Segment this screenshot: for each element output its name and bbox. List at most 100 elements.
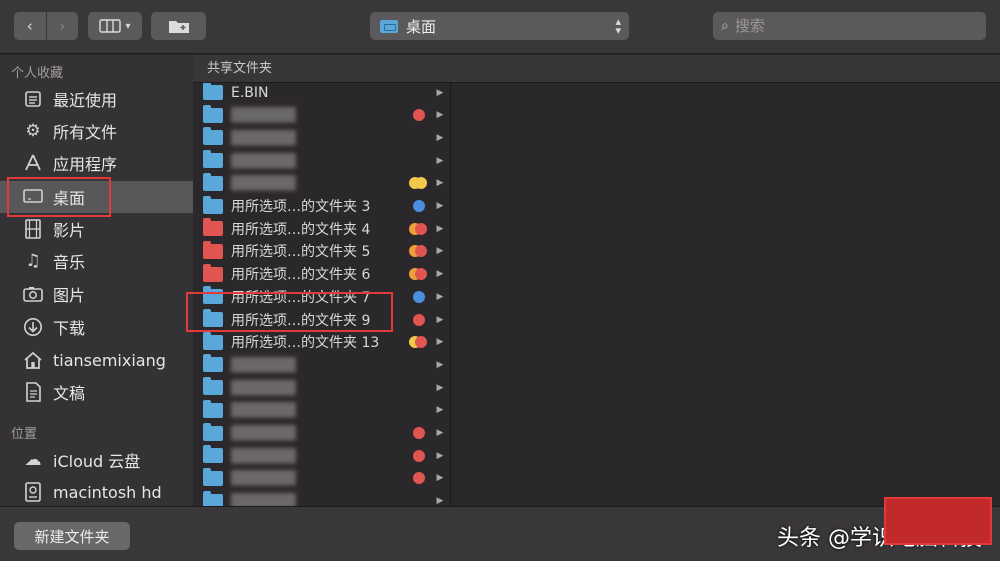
color-tag-dot: [415, 245, 427, 258]
color-tag-dot: [413, 109, 425, 122]
disclosure-arrow-icon: ▶: [436, 382, 444, 393]
color-tags: [405, 155, 431, 167]
color-tags: [405, 404, 431, 416]
location-label: 桌面: [406, 17, 437, 36]
sidebar-item-label: 音乐: [53, 253, 86, 272]
sidebar-item-label: 下载: [53, 319, 86, 338]
list-item[interactable]: E.BIN ▶: [193, 83, 450, 104]
list-item[interactable]: ██████ ▶: [193, 444, 450, 467]
color-tag-dot: [413, 200, 425, 212]
list-item[interactable]: ██████ ▶: [193, 172, 450, 195]
view-mode-button[interactable]: ▾: [88, 12, 142, 40]
list-item[interactable]: 用所选项…的文件夹 13 ▶: [193, 331, 450, 354]
color-tags: [405, 427, 431, 439]
disclosure-arrow-icon: ▶: [436, 223, 444, 234]
back-button[interactable]: ‹: [14, 12, 47, 40]
color-tag-dot: [413, 427, 425, 439]
list-item[interactable]: ██████ ▶: [193, 490, 450, 506]
folder-icon: [203, 127, 223, 146]
list-item[interactable]: 用所选项…的文件夹 6 ▶: [193, 263, 450, 286]
folder-icon: [203, 240, 223, 259]
new-folder-icon: [168, 21, 189, 33]
color-tags: [405, 177, 431, 190]
color-tags: [405, 245, 431, 258]
cloud-icon: ☁: [24, 450, 42, 470]
folder-name: ██████: [231, 379, 296, 396]
color-tags: [405, 359, 431, 371]
list-item[interactable]: 用所选项…的文件夹 3 ▶: [193, 195, 450, 218]
sidebar-item-label: 最近使用: [53, 91, 118, 110]
disclosure-arrow-icon: ▶: [436, 155, 444, 166]
color-tags: [405, 290, 431, 303]
list-item[interactable]: ██████ ▶: [193, 126, 450, 149]
desktop-icon: [22, 186, 44, 208]
sidebar-item-macintosh-hd[interactable]: macintosh hd: [0, 476, 193, 508]
sidebar-item-music[interactable]: ♫ 音乐: [0, 245, 193, 277]
forward-button[interactable]: ›: [47, 12, 79, 40]
folder-name: ██████: [231, 152, 296, 169]
chevron-left-icon: ‹: [26, 17, 33, 35]
location-popup[interactable]: 桌面 ▴ ▾: [370, 12, 629, 40]
color-tags: [405, 222, 431, 235]
new-folder-toolbar-button[interactable]: [151, 12, 206, 40]
folder-icon: [203, 263, 223, 282]
column-view-icon: [99, 19, 122, 33]
sidebar-item-label: 所有文件: [53, 123, 118, 142]
sidebar-item-label: 图片: [53, 286, 86, 305]
list-item[interactable]: ██████ ▶: [193, 376, 450, 399]
color-tags: [405, 472, 431, 485]
disclosure-arrow-icon: ▶: [436, 110, 444, 121]
folder-name: ██████: [231, 470, 296, 487]
folder-name: ██████: [231, 107, 296, 124]
disclosure-arrow-icon: ▶: [436, 473, 444, 484]
list-item[interactable]: ██████ ▶: [193, 467, 450, 490]
sidebar-item-applications[interactable]: 应用程序: [0, 147, 193, 179]
list-item[interactable]: ██████ ▶: [193, 104, 450, 127]
download-icon: [22, 316, 44, 338]
new-folder-button[interactable]: 新建文件夹: [14, 522, 130, 550]
list-item[interactable]: 用所选项…的文件夹 4 ▶: [193, 217, 450, 240]
disclosure-arrow-icon: ▶: [436, 359, 444, 370]
disclosure-arrow-icon: ▶: [436, 496, 444, 506]
sidebar: 个人收藏 最近使用 ⚙ 所有文件 应用程序 桌面 影片 ♫ 音乐 图片 下载 t…: [0, 55, 193, 506]
color-tag-dot: [413, 313, 425, 326]
sidebar-item-movies[interactable]: 影片: [0, 213, 193, 245]
sidebar-item-icloud[interactable]: ☁ iCloud 云盘: [0, 444, 193, 476]
sidebar-item-pictures[interactable]: 图片: [0, 278, 193, 310]
search-field[interactable]: ⌕: [713, 12, 986, 40]
sidebar-item-home[interactable]: tiansemixiang: [0, 344, 193, 376]
open-button[interactable]: [884, 497, 992, 545]
list-item[interactable]: 用所选项…的文件夹 9 ▶: [193, 308, 450, 331]
folder-icon: [203, 83, 223, 100]
color-tag-dot: [413, 290, 425, 303]
list-item[interactable]: ██████ ▶: [193, 422, 450, 445]
list-item[interactable]: 用所选项…的文件夹 7 ▶: [193, 285, 450, 308]
sidebar-item-downloads[interactable]: 下载: [0, 311, 193, 343]
disclosure-arrow-icon: ▶: [436, 450, 444, 461]
search-input[interactable]: [734, 17, 965, 35]
sidebar-item-label: 影片: [53, 221, 86, 240]
camera-icon: [22, 283, 44, 305]
disclosure-arrow-icon: ▶: [436, 428, 444, 438]
list-item[interactable]: ██████ ▶: [193, 353, 450, 376]
list-item[interactable]: ██████ ▶: [193, 399, 450, 422]
list-item[interactable]: ██████ ▶: [193, 149, 450, 172]
sidebar-item-recents[interactable]: 最近使用: [0, 83, 193, 115]
empty-column[interactable]: [452, 83, 1000, 506]
sidebar-item-label: iCloud 云盘: [53, 452, 141, 471]
sidebar-item-desktop[interactable]: 桌面: [0, 181, 193, 213]
folder-name: ██████: [231, 402, 296, 419]
folder-icon: [203, 172, 223, 191]
folder-column[interactable]: E.BIN ▶ ██████ ▶ ██████ ▶ ██████ ▶ ██████ ▶ 用所选项…的…: [193, 83, 451, 506]
color-tag-dot: [413, 472, 425, 485]
chevron-down-icon: ▾: [125, 20, 131, 32]
color-tags: [405, 382, 431, 394]
sidebar-item-label: 应用程序: [53, 155, 118, 174]
list-item[interactable]: 用所选项…的文件夹 5 ▶: [193, 240, 450, 263]
sidebar-item-documents[interactable]: 文稿: [0, 376, 193, 408]
folder-name: ██████: [231, 425, 296, 441]
disclosure-arrow-icon: ▶: [436, 269, 444, 280]
sidebar-item-all-files[interactable]: ⚙ 所有文件: [0, 115, 193, 147]
chevron-right-icon: ›: [59, 17, 66, 35]
back-forward-group: ‹ ›: [14, 12, 78, 40]
